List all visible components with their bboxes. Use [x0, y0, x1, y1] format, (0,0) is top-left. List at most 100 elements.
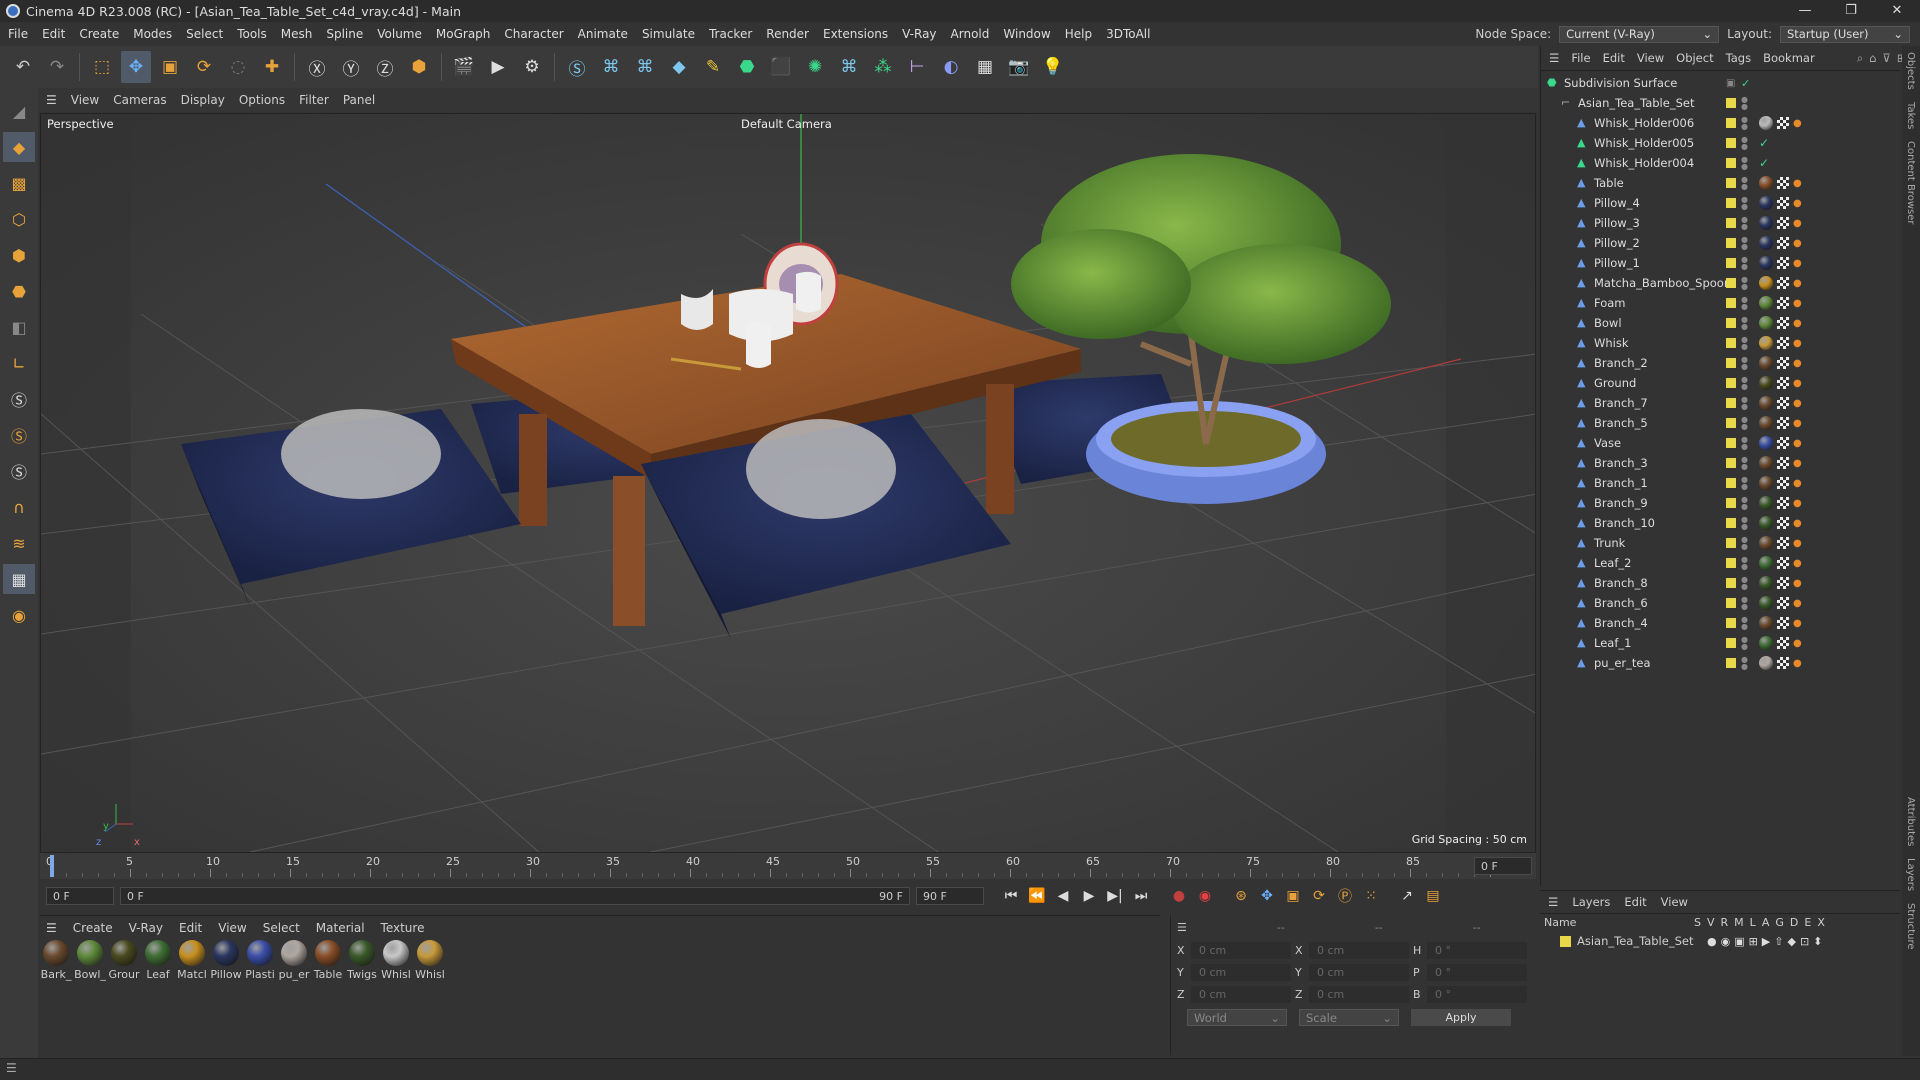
layer-color-tag[interactable] — [1726, 378, 1736, 388]
camera-icon[interactable]: 📷 — [1004, 51, 1034, 83]
menu-item-v-ray[interactable]: V-Ray — [902, 27, 936, 41]
layer-color-tag[interactable] — [1726, 318, 1736, 328]
layer-color-tag[interactable] — [1726, 418, 1736, 428]
object-menu-bookmar[interactable]: Bookmar — [1763, 51, 1815, 65]
hamburger-icon[interactable]: ☰ — [46, 93, 57, 107]
layer-color-tag[interactable] — [1726, 238, 1736, 248]
object-menu-view[interactable]: View — [1637, 51, 1664, 65]
visibility-dots-icon[interactable]: ● ● — [1741, 256, 1748, 271]
visibility-dots-icon[interactable]: ● ● — [1741, 656, 1748, 671]
layer-menu-layers[interactable]: Layers — [1572, 895, 1610, 909]
uvw-tag-icon[interactable] — [1777, 377, 1789, 389]
vray-tag-icon[interactable]: ● — [1793, 178, 1802, 189]
key-position-icon[interactable]: ✥ — [1254, 883, 1280, 909]
object-row[interactable]: ▲ Bowl ● ● ● — [1541, 313, 1900, 333]
uvw-tag-icon[interactable] — [1777, 637, 1789, 649]
menu-item-extensions[interactable]: Extensions — [823, 27, 888, 41]
object-row[interactable]: ▲ Branch_9 ● ● ● — [1541, 493, 1900, 513]
material-swatch[interactable]: Pillow — [210, 940, 242, 1050]
visibility-dots-icon[interactable]: ● ● — [1741, 176, 1748, 191]
uvw-tag-icon[interactable] — [1777, 337, 1789, 349]
uvw-tag-icon[interactable] — [1777, 557, 1789, 569]
menu-item-help[interactable]: Help — [1065, 27, 1092, 41]
material-swatch[interactable]: Whisl — [381, 940, 411, 1050]
current-frame-field[interactable]: 0 F — [1474, 857, 1532, 875]
viewport-menu-view[interactable]: View — [71, 93, 99, 107]
key-pla-icon[interactable]: ⁙ — [1358, 883, 1384, 909]
layer-color-tag[interactable] — [1726, 438, 1736, 448]
recent-tool-icon[interactable]: ◌ — [223, 51, 253, 83]
minimize-button[interactable]: — — [1782, 0, 1828, 22]
uvw-tag-icon[interactable] — [1777, 237, 1789, 249]
object-row[interactable]: ▲ Pillow_1 ● ● ● — [1541, 253, 1900, 273]
layer-color-tag[interactable] — [1726, 658, 1736, 668]
side-tab-content-browser[interactable]: Content Browser — [1902, 135, 1916, 230]
vray-tag-icon[interactable]: ● — [1793, 258, 1802, 269]
vray-tag-icon[interactable]: ● — [1793, 598, 1802, 609]
material-tag-icon[interactable] — [1759, 556, 1773, 570]
object-row[interactable]: ▲ Branch_4 ● ● ● — [1541, 613, 1900, 633]
side-tab-layers[interactable]: Layers — [1902, 852, 1916, 897]
vray-tag-icon[interactable]: ● — [1793, 198, 1802, 209]
material-menu-select[interactable]: Select — [263, 921, 300, 935]
timeline-ruler[interactable]: 051015202530354045505560657075808590 0 F — [40, 853, 1536, 879]
vray-icon[interactable]: Ⓢ — [562, 51, 592, 83]
material-menu-texture[interactable]: Texture — [381, 921, 425, 935]
material-swatch[interactable]: Bark_ — [41, 940, 71, 1050]
hamburger-icon[interactable]: ☰ — [1177, 921, 1187, 934]
object-row[interactable]: ▲ Pillow_4 ● ● ● — [1541, 193, 1900, 213]
coord-value-field[interactable]: 0 cm — [1309, 963, 1409, 981]
layer-column-d[interactable]: D — [1790, 916, 1798, 929]
object-row[interactable]: ▲ Table ● ● ● — [1541, 173, 1900, 193]
material-tag-icon[interactable] — [1759, 336, 1773, 350]
layer-color-tag[interactable] — [1726, 578, 1736, 588]
vray-tag-icon[interactable]: ● — [1793, 218, 1802, 229]
uvw-tag-icon[interactable] — [1777, 217, 1789, 229]
mograph-icon[interactable]: ⁂ — [868, 51, 898, 83]
layer-column-e[interactable]: E — [1804, 916, 1811, 929]
menu-item-mesh[interactable]: Mesh — [281, 27, 313, 41]
visibility-dots-icon[interactable]: ● ● — [1741, 396, 1748, 411]
node-space-select[interactable]: Current (V-Ray) ⌄ — [1559, 25, 1720, 43]
uvw-tag-icon[interactable] — [1777, 497, 1789, 509]
viewport-menu-display[interactable]: Display — [181, 93, 225, 107]
material-tag-icon[interactable] — [1759, 296, 1773, 310]
menu-item-create[interactable]: Create — [79, 27, 119, 41]
uvw-tag-icon[interactable] — [1777, 617, 1789, 629]
uvw-tag-icon[interactable] — [1777, 177, 1789, 189]
uvw-tag-icon[interactable] — [1777, 277, 1789, 289]
object-menu-edit[interactable]: Edit — [1603, 51, 1625, 65]
layer-column-v[interactable]: V — [1707, 916, 1715, 929]
material-tag-icon[interactable] — [1759, 116, 1773, 130]
polygon-mode-icon[interactable]: ⬣ — [3, 276, 35, 306]
material-tag-icon[interactable] — [1759, 456, 1773, 470]
coord-value-field[interactable]: 0 cm — [1309, 941, 1409, 959]
pen-icon[interactable]: ✎ — [698, 51, 728, 83]
vray-tag-icon[interactable]: ● — [1793, 638, 1802, 649]
material-menu-v-ray[interactable]: V-Ray — [129, 921, 163, 935]
object-row[interactable]: ▲ Trunk ● ● ● — [1541, 533, 1900, 553]
uvw-tag-icon[interactable] — [1777, 537, 1789, 549]
hamburger-icon[interactable]: ☰ — [1549, 51, 1559, 65]
vray-tag-icon[interactable]: ● — [1793, 118, 1802, 129]
visibility-dots-icon[interactable]: ● ● — [1741, 156, 1748, 171]
menu-item-modes[interactable]: Modes — [133, 27, 172, 41]
uvw-tag-icon[interactable] — [1777, 597, 1789, 609]
layer-column-s[interactable]: S — [1694, 916, 1701, 929]
vray-tag-icon[interactable]: ● — [1793, 338, 1802, 349]
object-row[interactable]: ▲ Matcha_Bamboo_Spoon ● ● ● — [1541, 273, 1900, 293]
coord-value-field[interactable]: 0 cm — [1191, 985, 1291, 1003]
vray-tag-icon[interactable]: ● — [1793, 378, 1802, 389]
menu-item-spline[interactable]: Spline — [326, 27, 363, 41]
coord-size-mode-select[interactable]: Scale ⌄ — [1299, 1009, 1399, 1026]
quantize-icon[interactable]: Ⓢ — [3, 456, 35, 486]
coord-value-field[interactable]: 0 ° — [1427, 963, 1527, 981]
y-axis-lock-icon[interactable]: Ⓨ — [336, 51, 366, 83]
material-swatch[interactable]: Leaf — [144, 940, 172, 1050]
material-tag-icon[interactable] — [1759, 596, 1773, 610]
layer-icon[interactable]: ≋ — [3, 528, 35, 558]
uvw-tag-icon[interactable] — [1777, 357, 1789, 369]
vray-tag-icon[interactable]: ● — [1793, 318, 1802, 329]
material-tag-icon[interactable] — [1759, 536, 1773, 550]
scale-icon[interactable]: ▣ — [155, 51, 185, 83]
